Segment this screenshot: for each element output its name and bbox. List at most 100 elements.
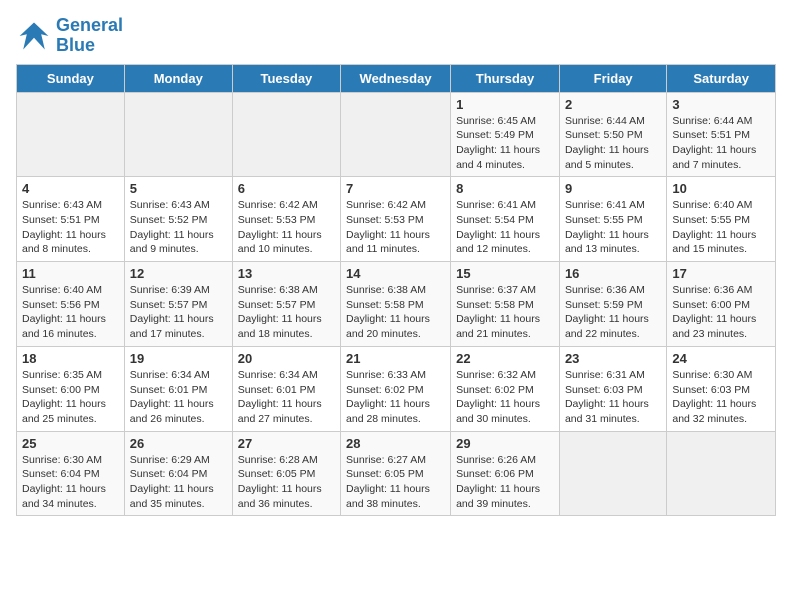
day-info: Sunrise: 6:44 AMSunset: 5:50 PMDaylight:… xyxy=(565,114,661,173)
day-info: Sunrise: 6:26 AMSunset: 6:06 PMDaylight:… xyxy=(456,453,554,512)
day-number: 28 xyxy=(346,436,445,451)
calendar-cell: 19 Sunrise: 6:34 AMSunset: 6:01 PMDayligh… xyxy=(124,346,232,431)
calendar-cell: 1 Sunrise: 6:45 AMSunset: 5:49 PMDaylight… xyxy=(451,92,560,177)
day-number: 13 xyxy=(238,266,335,281)
day-info: Sunrise: 6:28 AMSunset: 6:05 PMDaylight:… xyxy=(238,453,335,512)
calendar-cell: 2 Sunrise: 6:44 AMSunset: 5:50 PMDaylight… xyxy=(559,92,666,177)
day-number: 14 xyxy=(346,266,445,281)
header: General Blue xyxy=(16,16,776,56)
calendar-cell: 12Sunrise: 6:39 AMSunset: 5:57 PMDayligh… xyxy=(124,262,232,347)
calendar-cell: 21 Sunrise: 6:33 AMSunset: 6:02 PMDayligh… xyxy=(341,346,451,431)
calendar-cell: 28Sunrise: 6:27 AMSunset: 6:05 PMDayligh… xyxy=(341,431,451,516)
day-number: 16 xyxy=(565,266,661,281)
calendar-week-4: 25 Sunrise: 6:30 AMSunset: 6:04 PMDayligh… xyxy=(17,431,776,516)
calendar-cell: 4Sunrise: 6:43 AMSunset: 5:51 PMDaylight… xyxy=(17,177,125,262)
day-number: 10 xyxy=(672,181,770,196)
day-number: 26 xyxy=(130,436,227,451)
day-number: 20 xyxy=(238,351,335,366)
calendar-cell xyxy=(667,431,776,516)
day-info: Sunrise: 6:44 AMSunset: 5:51 PMDaylight:… xyxy=(672,114,770,173)
day-info: Sunrise: 6:42 AMSunset: 5:53 PMDaylight:… xyxy=(346,198,445,257)
day-number: 17 xyxy=(672,266,770,281)
day-info: Sunrise: 6:34 AMSunset: 6:01 PMDaylight:… xyxy=(130,368,227,427)
day-info: Sunrise: 6:32 AMSunset: 6:02 PMDaylight:… xyxy=(456,368,554,427)
day-info: Sunrise: 6:40 AMSunset: 5:55 PMDaylight:… xyxy=(672,198,770,257)
day-number: 15 xyxy=(456,266,554,281)
day-info: Sunrise: 6:30 AMSunset: 6:04 PMDaylight:… xyxy=(22,453,119,512)
calendar-cell: 26Sunrise: 6:29 AMSunset: 6:04 PMDayligh… xyxy=(124,431,232,516)
calendar-cell: 7 Sunrise: 6:42 AMSunset: 5:53 PMDaylight… xyxy=(341,177,451,262)
day-info: Sunrise: 6:37 AMSunset: 5:58 PMDaylight:… xyxy=(456,283,554,342)
logo: General Blue xyxy=(16,16,123,56)
day-info: Sunrise: 6:38 AMSunset: 5:57 PMDaylight:… xyxy=(238,283,335,342)
day-number: 9 xyxy=(565,181,661,196)
calendar-week-3: 18Sunrise: 6:35 AMSunset: 6:00 PMDayligh… xyxy=(17,346,776,431)
calendar-cell: 5 Sunrise: 6:43 AMSunset: 5:52 PMDaylight… xyxy=(124,177,232,262)
calendar-week-2: 11 Sunrise: 6:40 AMSunset: 5:56 PMDayligh… xyxy=(17,262,776,347)
day-number: 19 xyxy=(130,351,227,366)
calendar-week-1: 4Sunrise: 6:43 AMSunset: 5:51 PMDaylight… xyxy=(17,177,776,262)
calendar-cell: 3 Sunrise: 6:44 AMSunset: 5:51 PMDaylight… xyxy=(667,92,776,177)
day-info: Sunrise: 6:43 AMSunset: 5:51 PMDaylight:… xyxy=(22,198,119,257)
calendar-header-row: SundayMondayTuesdayWednesdayThursdayFrid… xyxy=(17,64,776,92)
day-header-tuesday: Tuesday xyxy=(232,64,340,92)
calendar-cell xyxy=(341,92,451,177)
day-info: Sunrise: 6:36 AMSunset: 6:00 PMDaylight:… xyxy=(672,283,770,342)
day-number: 1 xyxy=(456,97,554,112)
calendar-cell: 29 Sunrise: 6:26 AMSunset: 6:06 PMDayligh… xyxy=(451,431,560,516)
calendar-cell: 22Sunrise: 6:32 AMSunset: 6:02 PMDayligh… xyxy=(451,346,560,431)
day-number: 3 xyxy=(672,97,770,112)
day-info: Sunrise: 6:42 AMSunset: 5:53 PMDaylight:… xyxy=(238,198,335,257)
day-number: 8 xyxy=(456,181,554,196)
day-number: 24 xyxy=(672,351,770,366)
day-info: Sunrise: 6:36 AMSunset: 5:59 PMDaylight:… xyxy=(565,283,661,342)
day-info: Sunrise: 6:41 AMSunset: 5:54 PMDaylight:… xyxy=(456,198,554,257)
day-info: Sunrise: 6:31 AMSunset: 6:03 PMDaylight:… xyxy=(565,368,661,427)
calendar-table: SundayMondayTuesdayWednesdayThursdayFrid… xyxy=(16,64,776,517)
day-header-friday: Friday xyxy=(559,64,666,92)
calendar-cell: 25 Sunrise: 6:30 AMSunset: 6:04 PMDayligh… xyxy=(17,431,125,516)
day-info: Sunrise: 6:34 AMSunset: 6:01 PMDaylight:… xyxy=(238,368,335,427)
calendar-cell: 27Sunrise: 6:28 AMSunset: 6:05 PMDayligh… xyxy=(232,431,340,516)
calendar-cell: 23Sunrise: 6:31 AMSunset: 6:03 PMDayligh… xyxy=(559,346,666,431)
calendar-cell: 8 Sunrise: 6:41 AMSunset: 5:54 PMDaylight… xyxy=(451,177,560,262)
day-info: Sunrise: 6:33 AMSunset: 6:02 PMDaylight:… xyxy=(346,368,445,427)
logo-icon xyxy=(16,18,52,54)
day-info: Sunrise: 6:41 AMSunset: 5:55 PMDaylight:… xyxy=(565,198,661,257)
day-info: Sunrise: 6:43 AMSunset: 5:52 PMDaylight:… xyxy=(130,198,227,257)
day-header-monday: Monday xyxy=(124,64,232,92)
calendar-cell xyxy=(232,92,340,177)
day-info: Sunrise: 6:30 AMSunset: 6:03 PMDaylight:… xyxy=(672,368,770,427)
day-number: 18 xyxy=(22,351,119,366)
day-header-saturday: Saturday xyxy=(667,64,776,92)
calendar-cell: 14 Sunrise: 6:38 AMSunset: 5:58 PMDayligh… xyxy=(341,262,451,347)
logo-text: General Blue xyxy=(56,16,123,56)
calendar-cell: 24 Sunrise: 6:30 AMSunset: 6:03 PMDayligh… xyxy=(667,346,776,431)
calendar-cell: 13 Sunrise: 6:38 AMSunset: 5:57 PMDayligh… xyxy=(232,262,340,347)
calendar-cell xyxy=(17,92,125,177)
day-info: Sunrise: 6:40 AMSunset: 5:56 PMDaylight:… xyxy=(22,283,119,342)
day-info: Sunrise: 6:45 AMSunset: 5:49 PMDaylight:… xyxy=(456,114,554,173)
calendar-cell: 18Sunrise: 6:35 AMSunset: 6:00 PMDayligh… xyxy=(17,346,125,431)
day-header-sunday: Sunday xyxy=(17,64,125,92)
day-number: 29 xyxy=(456,436,554,451)
calendar-cell: 17 Sunrise: 6:36 AMSunset: 6:00 PMDayligh… xyxy=(667,262,776,347)
day-number: 5 xyxy=(130,181,227,196)
calendar-week-0: 1 Sunrise: 6:45 AMSunset: 5:49 PMDaylight… xyxy=(17,92,776,177)
day-number: 6 xyxy=(238,181,335,196)
day-number: 11 xyxy=(22,266,119,281)
day-number: 25 xyxy=(22,436,119,451)
day-number: 12 xyxy=(130,266,227,281)
calendar-cell: 20 Sunrise: 6:34 AMSunset: 6:01 PMDayligh… xyxy=(232,346,340,431)
day-number: 2 xyxy=(565,97,661,112)
calendar-cell xyxy=(124,92,232,177)
calendar-cell xyxy=(559,431,666,516)
calendar-cell: 11 Sunrise: 6:40 AMSunset: 5:56 PMDayligh… xyxy=(17,262,125,347)
day-info: Sunrise: 6:38 AMSunset: 5:58 PMDaylight:… xyxy=(346,283,445,342)
calendar-cell: 10 Sunrise: 6:40 AMSunset: 5:55 PMDayligh… xyxy=(667,177,776,262)
calendar-body: 1 Sunrise: 6:45 AMSunset: 5:49 PMDaylight… xyxy=(17,92,776,516)
day-number: 21 xyxy=(346,351,445,366)
day-number: 7 xyxy=(346,181,445,196)
calendar-cell: 6 Sunrise: 6:42 AMSunset: 5:53 PMDaylight… xyxy=(232,177,340,262)
calendar-cell: 15 Sunrise: 6:37 AMSunset: 5:58 PMDayligh… xyxy=(451,262,560,347)
